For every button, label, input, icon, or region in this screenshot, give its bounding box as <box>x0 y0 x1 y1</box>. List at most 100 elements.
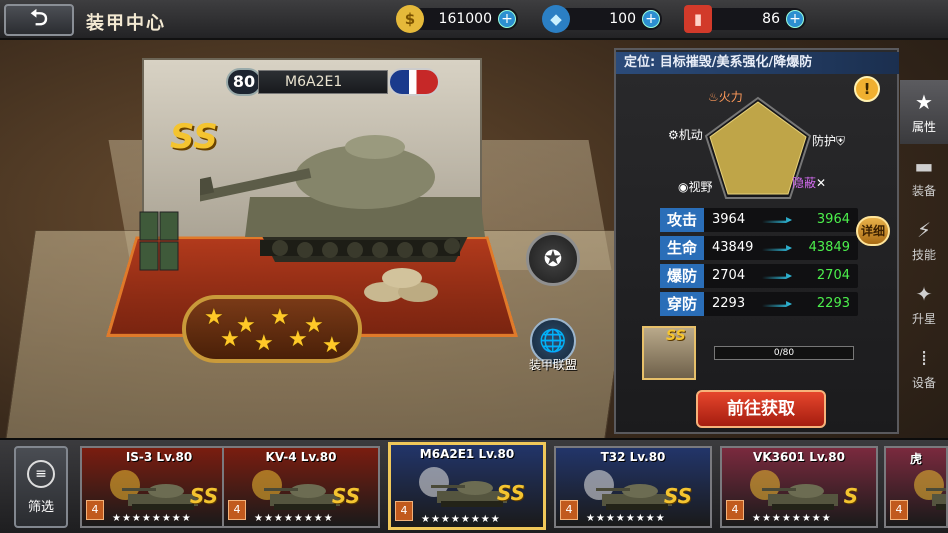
radar-stealth: 隐蔽✕ <box>792 176 827 190</box>
star-icon: ★ <box>915 90 933 114</box>
go-obtain-button[interactable]: 前往获取 <box>696 390 826 428</box>
fire-icon: ♨ <box>708 90 719 104</box>
diamond-icon: ◆ <box>542 5 570 33</box>
tank-card[interactable]: IS-3 Lv.80 SS 4 ★★★★★★★★ <box>80 446 238 528</box>
arrow-icon <box>762 301 792 307</box>
add-coins-button[interactable]: + <box>498 10 516 28</box>
armor-alliance-label: 装甲联盟 <box>528 358 577 372</box>
add-diamonds-button[interactable]: + <box>642 10 660 28</box>
tank-card[interactable]: M6A2E1 Lv.80 SS 4 ★★★★★★★★ <box>388 442 546 530</box>
tank-card-grade: SS <box>663 484 692 508</box>
tank-card-name: 虎 <box>909 452 922 466</box>
tank-card[interactable]: VK3601 Lv.80 S 4 ★★★★★★★★ <box>720 446 878 528</box>
skill-emblem-button[interactable]: ✪ <box>526 232 580 286</box>
tank-card-rank: 4 <box>560 500 578 520</box>
star-icon: ★ <box>322 333 342 358</box>
tank-card-name: KV-4 Lv.80 <box>265 450 337 464</box>
page-title: 装甲中心 <box>86 13 166 34</box>
stat-row-health: 生命 43849 43849 <box>660 236 858 260</box>
oil-barrel-icon: ▮ <box>684 5 712 33</box>
tank-card-name: VK3601 Lv.80 <box>753 450 845 464</box>
tank-card-rank: 4 <box>228 500 246 520</box>
gear-icon: ⚙ <box>668 128 679 142</box>
oil-counter: ▮ 86 + <box>684 5 806 33</box>
usa-flag-icon <box>388 68 440 96</box>
filter-button[interactable]: ≡ 筛选 <box>14 446 68 528</box>
tank-card[interactable]: 虎4 <box>884 446 948 528</box>
stats-table: 攻击 3964 3964 生命 43849 43849 爆防 2704 2704… <box>660 208 858 320</box>
tank-card-stars: ★★★★★★★★ <box>421 514 501 525</box>
tank-card-stars: ★★★★★★★★ <box>112 513 192 524</box>
progress-text: 0/80 <box>773 348 795 358</box>
radar-armor: 防护⛨ <box>812 134 846 148</box>
back-arrow-icon: ⮌ <box>30 6 48 31</box>
back-button[interactable]: ⮌ <box>4 4 74 36</box>
info-alert-button[interactable]: ! <box>854 76 880 102</box>
top-bar: ⮌ 装甲中心 $ 161000 + ◆ 100 + ▮ 86 + <box>0 0 948 40</box>
arrow-icon <box>762 273 792 279</box>
radar-mobility: ⚙机动 <box>668 128 703 142</box>
radar-vision: ◉视野 <box>678 180 713 194</box>
tank-card-rank: 4 <box>726 500 744 520</box>
tank-card-name: M6A2E1 Lv.80 <box>419 447 515 461</box>
attribute-panel: 定位: 目标摧毁/美系强化/降爆防 ! ♨火力 ⚙机动 防护⛨ ◉视野 隐蔽✕ … <box>614 48 899 434</box>
tank-card-grade: S <box>843 484 858 508</box>
tank-thumbnail <box>762 484 838 510</box>
skill-emblem-icon: ✪ <box>543 246 563 272</box>
tank-card[interactable]: KV-4 Lv.80 SS 4 ★★★★★★★★ <box>222 446 380 528</box>
tank-icon: ▬ <box>914 154 934 178</box>
tank-card-stars: ★★★★★★★★ <box>586 513 666 524</box>
oil-value: 86 <box>762 11 780 27</box>
tank-name: M6A2E1 <box>258 70 388 94</box>
tank-card-name: IS-3 Lv.80 <box>125 450 193 464</box>
tank-thumbnail <box>926 488 946 510</box>
tab-attributes[interactable]: ★ 属性 <box>900 80 948 144</box>
tab-equipment[interactable]: ▬ 装备 <box>900 144 948 208</box>
close-icon: ✕ <box>816 176 827 190</box>
arrow-icon <box>762 245 792 251</box>
skill-icon: ⚡ <box>916 218 932 242</box>
tank-card-grade: SS <box>331 484 360 508</box>
fragment-progress-bar: 0/80 <box>714 346 854 360</box>
tank-card-grade: SS <box>189 484 218 508</box>
arrow-icon <box>762 217 792 223</box>
diamond-counter: ◆ 100 + <box>542 5 662 33</box>
globe-icon: 🌐 <box>539 328 567 354</box>
star-icon: ★ <box>254 331 274 356</box>
tank-level-badge: 80 <box>226 68 262 96</box>
barrels-deco <box>139 211 179 271</box>
stat-row-pierce-defense: 穿防 2293 2293 <box>660 292 858 316</box>
tank-card-grade: SS <box>496 481 525 505</box>
sandbags-deco <box>364 268 438 302</box>
filter-icon: ≡ <box>27 460 55 488</box>
side-tabs: ★ 属性 ▬ 装备 ⚡ 技能 ✦ 升星 ⁞ 设备 <box>900 80 948 390</box>
coin-value: 161000 <box>438 11 492 27</box>
coin-counter: $ 161000 + <box>396 5 518 33</box>
upgrade-star-icon: ✦ <box>915 282 933 306</box>
tank-card[interactable]: T32 Lv.80 SS 4 ★★★★★★★★ <box>554 446 712 528</box>
shield-icon: ⛨ <box>836 134 846 148</box>
tab-skills[interactable]: ⚡ 技能 <box>900 208 948 272</box>
role-text: 定位: 目标摧毁/美系强化/降爆防 <box>616 52 899 74</box>
star-icon: ★ <box>288 327 308 352</box>
tank-model <box>200 135 485 262</box>
tank-card-name: T32 Lv.80 <box>600 450 666 464</box>
tank-card-rank: 4 <box>395 501 413 521</box>
star-plate: ★ ★ ★ ★ ★ ★ ★ ★ <box>182 295 362 363</box>
add-oil-button[interactable]: + <box>786 10 804 28</box>
tank-card-rank: 4 <box>86 500 104 520</box>
tab-star-upgrade[interactable]: ✦ 升星 <box>900 272 948 336</box>
eye-icon: ◉ <box>678 180 689 194</box>
tank-card-rank: 4 <box>890 500 908 520</box>
tank-fragment-icon[interactable]: SS <box>642 326 696 380</box>
tank-card-stars: ★★★★★★★★ <box>254 513 334 524</box>
tank-card-stars: ★★★★★★★★ <box>752 513 832 524</box>
star-icon: ★ <box>270 305 290 330</box>
tab-devices[interactable]: ⁞ 设备 <box>900 336 948 400</box>
radar-firepower: ♨火力 <box>708 90 743 104</box>
stat-row-crit-defense: 爆防 2704 2704 <box>660 264 858 288</box>
diamond-value: 100 <box>609 11 636 27</box>
ammo-icon: ⁞ <box>920 346 928 370</box>
details-button[interactable]: 详细 <box>856 216 890 246</box>
exclamation-icon: ! <box>863 80 871 98</box>
